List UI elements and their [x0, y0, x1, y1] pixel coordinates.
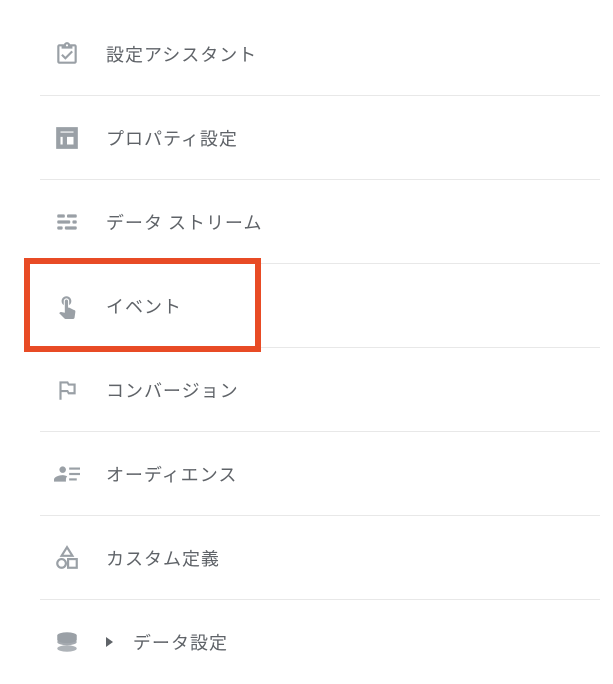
- menu-item-data-stream[interactable]: データ ストリーム: [40, 180, 600, 264]
- layout-icon: [53, 124, 81, 152]
- clipboard-check-icon: [53, 40, 81, 68]
- settings-menu: 設定アシスタント プロパティ設定 データ ストリーム: [40, 12, 600, 684]
- touch-icon: [53, 292, 81, 320]
- menu-item-property-settings[interactable]: プロパティ設定: [40, 96, 600, 180]
- menu-item-audience[interactable]: オーディエンス: [40, 432, 600, 516]
- menu-label: データ設定: [133, 629, 228, 655]
- menu-item-custom-definitions[interactable]: カスタム定義: [40, 516, 600, 600]
- database-icon: [53, 628, 81, 656]
- shapes-icon: [53, 544, 81, 572]
- flag-icon: [53, 376, 81, 404]
- menu-item-conversions[interactable]: コンバージョン: [40, 348, 600, 432]
- menu-label: 設定アシスタント: [106, 41, 257, 67]
- menu-label: カスタム定義: [106, 545, 220, 571]
- menu-item-events[interactable]: イベント: [40, 264, 600, 348]
- menu-label: プロパティ設定: [106, 125, 238, 151]
- menu-label: データ ストリーム: [106, 209, 263, 235]
- menu-label: オーディエンス: [106, 461, 237, 487]
- menu-item-setup-assistant[interactable]: 設定アシスタント: [40, 12, 600, 96]
- expand-caret-icon: [106, 637, 113, 647]
- menu-label: イベント: [106, 293, 182, 319]
- menu-item-data-settings[interactable]: データ設定: [40, 600, 600, 684]
- menu-label: コンバージョン: [106, 377, 239, 403]
- stream-icon: [53, 208, 81, 236]
- audience-icon: [53, 460, 81, 488]
